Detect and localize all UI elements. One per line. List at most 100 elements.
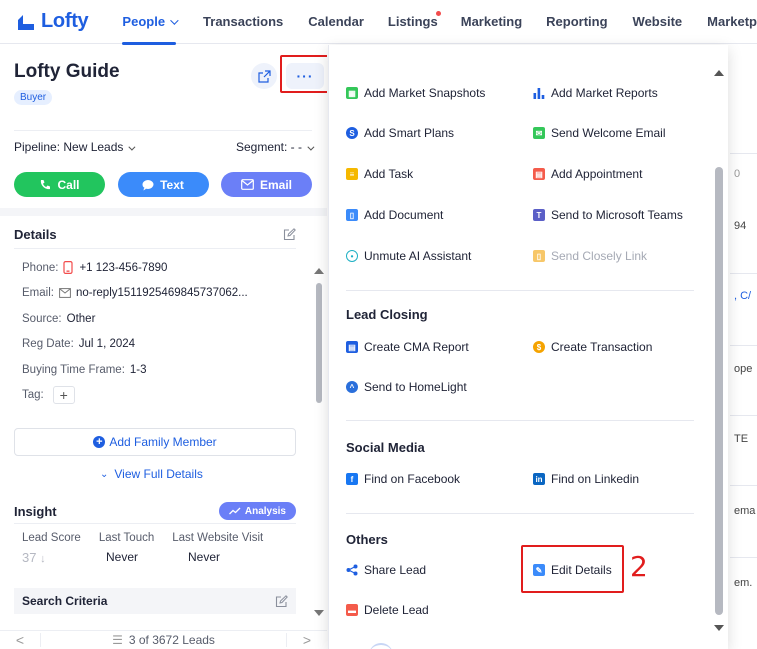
menu-send-to-homelight[interactable]: ^ Send to HomeLight [346,380,467,394]
details-title: Details [14,221,296,249]
menu-scroll-down-arrow[interactable] [714,625,724,631]
nav-people[interactable]: People [122,0,179,45]
mail-icon [241,179,254,190]
menu-scrollbar-thumb[interactable] [715,167,723,615]
menu-scroll-up-arrow[interactable] [714,70,724,76]
section-lead-closing: Lead Closing [346,307,428,322]
call-button[interactable]: Call [14,172,105,197]
ai-assistant-icon: • [346,250,358,262]
share-icon [346,564,358,576]
notification-dot [435,10,441,16]
bar-chart-icon [533,87,545,99]
homelight-icon: ^ [346,381,358,393]
menu-add-document[interactable]: ▯ Add Document [346,208,443,222]
bg-snippet: em. [734,577,753,589]
cma-report-icon: ▤ [346,341,358,353]
nav-marketing[interactable]: Marketing [461,0,522,44]
last-website-visit-label: Last Website Visit [172,532,264,544]
share-icon [257,69,271,83]
insight-section: Insight Analysis Lead Score Last Touch L… [14,499,296,565]
step-number-2: 2 [630,550,648,583]
last-touch-value: Never [106,550,139,564]
menu-divider [346,290,694,291]
menu-send-welcome-email[interactable]: ✉ Send Welcome Email [533,126,666,140]
chevron-down-icon [170,15,179,25]
menu-add-market-reports[interactable]: Add Market Reports [533,86,658,100]
nav-website[interactable]: Website [633,0,683,44]
menu-create-cma-report[interactable]: ▤ Create CMA Report [346,340,469,354]
bg-snippet: 94 [734,220,747,232]
double-chevron-down-icon: ⌄ [100,468,109,480]
calendar-icon: ▤ [533,168,545,180]
analysis-button[interactable]: Analysis [218,502,296,520]
menu-add-task[interactable]: ≡ Add Task [346,167,413,181]
task-icon: ≡ [346,168,358,180]
chevron-down-icon [128,143,136,151]
trash-icon: ▬ [346,604,358,616]
partial-avatar [369,643,393,649]
lead-position: ☰ 3 of 3672 Leads [40,633,287,647]
highlight-box-step-1 [280,55,327,93]
last-touch-label: Last Touch [98,532,155,544]
insight-columns: Lead Score Last Touch Last Website Visit [14,532,296,544]
nav-reporting[interactable]: Reporting [546,0,607,44]
segment-select[interactable]: Segment: - - [236,140,315,154]
lead-panel: Lofty Guide Buyer ··· 1 Pipeline: New Le… [0,45,327,649]
nav-marketplace[interactable]: Marketp [707,0,757,44]
share-button[interactable] [251,63,277,89]
email-value[interactable]: no-reply1511925469845737062... [76,287,248,299]
welcome-email-icon: ✉ [533,127,545,139]
menu-add-market-snapshots[interactable]: ▦ Add Market Snapshots [346,86,485,100]
menu-delete-lead[interactable]: ▬ Delete Lead [346,603,429,617]
email-button[interactable]: Email [221,172,312,197]
add-family-member-button[interactable]: + Add Family Member [14,428,296,456]
bg-divider [730,345,757,346]
phone-value[interactable]: +1 123-456-7890 [79,262,167,274]
menu-add-appointment[interactable]: ▤ Add Appointment [533,167,642,181]
menu-create-transaction[interactable]: $ Create Transaction [533,340,652,354]
text-button[interactable]: Text [117,172,209,197]
prev-lead-button[interactable]: < [0,632,40,648]
last-website-visit-value: Never [188,550,221,564]
left-scrollbar-thumb[interactable] [316,283,322,403]
nav-transactions[interactable]: Transactions [203,0,283,44]
pipeline-select[interactable]: Pipeline: New Leads [14,140,136,154]
next-lead-button[interactable]: > [287,632,327,648]
menu-find-on-facebook[interactable]: f Find on Facebook [346,472,460,486]
microsoft-teams-icon: T [533,209,545,221]
bg-divider [730,153,757,154]
view-full-details-link[interactable]: ⌄ View Full Details [100,467,203,481]
edit-icon[interactable] [283,228,296,241]
nav-listings[interactable]: Listings [388,0,441,44]
edit-icon[interactable] [275,594,288,608]
lead-header: Lofty Guide Buyer ··· 1 Pipeline: New Le… [0,45,327,210]
menu-send-closely-link[interactable]: ▯ Send Closely Link [533,249,647,263]
top-nav: Lofty People Transactions Calendar Listi… [0,0,757,45]
scroll-down-arrow[interactable] [314,610,324,616]
lead-pager: < ☰ 3 of 3672 Leads > [0,630,327,649]
lead-type-badge: Buyer [14,90,53,105]
bg-divider [730,273,757,274]
menu-find-on-linkedin[interactable]: in Find on Linkedin [533,472,639,486]
section-divider [0,208,327,216]
nav-calendar[interactable]: Calendar [308,0,364,44]
bg-snippet: ema [734,505,756,517]
section-others: Others [346,532,388,547]
document-icon: ▯ [346,209,358,221]
scroll-up-arrow[interactable] [314,268,324,274]
lead-score-value: 37 ↓ [22,550,46,565]
menu-share-lead[interactable]: Share Lead [346,563,426,577]
detail-buying-time-frame: Buying Time Frame: 1-3 [22,363,147,376]
lead-score-label: Lead Score [22,532,81,544]
list-icon: ☰ [112,633,123,647]
add-tag-button[interactable]: + [52,386,75,405]
detail-phone: Phone: +1 123-456-7890 [22,261,168,275]
facebook-icon: f [346,473,358,485]
bg-divider [730,557,757,558]
details-section: Details Phone: +1 123-456-7890 Email: no… [14,221,296,408]
pipeline-row: Pipeline: New Leads Segment: - - [14,130,315,162]
lofty-logo[interactable]: Lofty [16,10,106,33]
menu-unmute-ai-assistant[interactable]: • Unmute AI Assistant [346,249,471,263]
menu-add-smart-plans[interactable]: S Add Smart Plans [346,126,454,140]
menu-send-to-microsoft-teams[interactable]: T Send to Microsoft Teams [533,208,683,222]
